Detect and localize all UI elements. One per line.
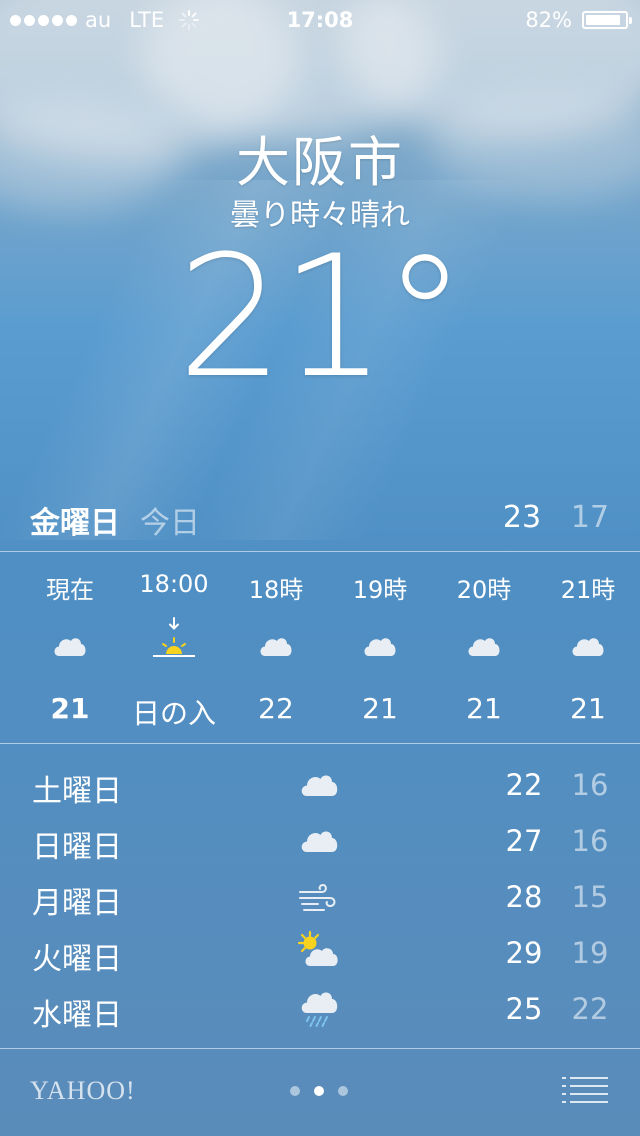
cloud-icon: [260, 638, 292, 656]
day-name: 水曜日: [32, 998, 122, 1033]
daily-row: 土曜日 22 16: [0, 754, 640, 810]
daily-row: 月曜日 28 15: [0, 866, 640, 922]
city-name: 大阪市: [236, 131, 404, 194]
battery-percent: 82%: [525, 8, 572, 32]
page-indicator[interactable]: [290, 1086, 348, 1096]
daily-row: 日曜日 27 16: [0, 810, 640, 866]
hourly-item: 18:00 日の入: [122, 552, 226, 744]
page-dot[interactable]: [338, 1086, 348, 1096]
battery-icon: [582, 11, 632, 29]
hourly-forecast[interactable]: 現在 21 18:00 日の入 18時 22 19時 21 20時 21 21時…: [0, 552, 640, 744]
rain-icon: [301, 992, 338, 1027]
hour-temp: 日の入: [131, 697, 216, 730]
day-low: 15: [571, 880, 609, 914]
footer-bar: YAHOO!: [0, 1050, 640, 1136]
today-low: 17: [570, 500, 610, 535]
current-temperature: 21°: [177, 219, 467, 415]
today-high: 23: [502, 500, 542, 535]
day-low: 22: [571, 992, 609, 1026]
cloud-icon: [54, 638, 86, 656]
hour-temp: 21: [362, 692, 398, 725]
hour-label: 18時: [248, 576, 304, 604]
hour-label: 18:00: [139, 570, 209, 598]
day-low: 19: [571, 936, 609, 970]
hour-label: 21時: [560, 576, 616, 604]
day-high: 29: [505, 936, 543, 970]
hourly-item: 19時 21: [328, 552, 432, 744]
cloud-icon: [301, 775, 338, 796]
page-dot-active[interactable]: [314, 1086, 324, 1096]
day-low: 16: [571, 768, 609, 802]
hourly-item: 18時 22: [224, 552, 328, 744]
hour-label: 20時: [456, 576, 512, 604]
hour-label: 現在: [46, 576, 94, 604]
hour-temp: 21: [466, 692, 502, 725]
cloud-icon: [301, 831, 338, 852]
hourly-item: 現在 21: [18, 552, 122, 744]
cloud-icon: [364, 638, 396, 656]
day-high: 25: [505, 992, 543, 1026]
hour-temp: 21: [50, 692, 90, 725]
hourly-item: 20時 21: [432, 552, 536, 744]
cloud-icon: [468, 638, 500, 656]
day-high: 28: [505, 880, 543, 914]
city-list-icon[interactable]: [562, 1074, 608, 1106]
today-label: 今日: [140, 506, 200, 541]
status-bar: au LTE 17:08 82%: [0, 0, 640, 40]
divider: [0, 1048, 640, 1049]
wind-icon: [299, 883, 336, 911]
daily-row: 火曜日 29 19: [0, 922, 640, 978]
today-day-name: 金曜日: [30, 506, 120, 541]
day-low: 16: [571, 824, 609, 858]
day-high: 22: [505, 768, 543, 802]
today-summary-row[interactable]: 金曜日 今日 23 17: [0, 490, 640, 544]
hourly-item: 21時 21: [536, 552, 640, 744]
day-name: 日曜日: [32, 830, 122, 865]
page-dot[interactable]: [290, 1086, 300, 1096]
hour-temp: 21: [570, 692, 606, 725]
hour-label: 19時: [352, 576, 408, 604]
day-high: 27: [505, 824, 543, 858]
divider: [0, 743, 640, 744]
partly-sunny-icon: [297, 930, 338, 966]
day-name: 土曜日: [32, 774, 122, 809]
day-name: 月曜日: [32, 886, 122, 921]
daily-row: 水曜日 25 22: [0, 978, 640, 1034]
cloud-icon: [572, 638, 604, 656]
hour-temp: 22: [258, 692, 294, 725]
day-name: 火曜日: [32, 942, 122, 977]
sunset-icon: [153, 617, 195, 657]
yahoo-logo[interactable]: YAHOO!: [30, 1076, 136, 1106]
